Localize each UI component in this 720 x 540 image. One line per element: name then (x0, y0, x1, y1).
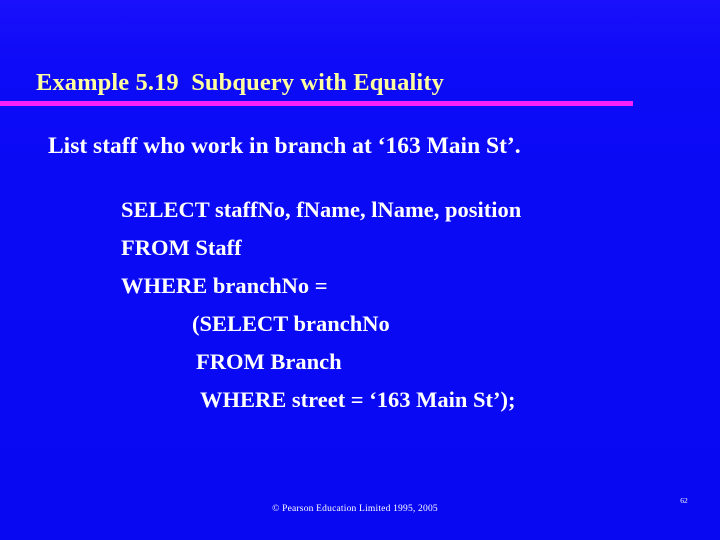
title-divider-rule (0, 101, 633, 106)
sql-line-subquery-where: WHERE street = ‘163 Main St’); (200, 387, 516, 412)
copyright-notice: © Pearson Education Limited 1995, 2005 (272, 504, 438, 514)
page-number: 62 (680, 496, 688, 505)
sql-line-subquery-select: (SELECT branchNo (192, 311, 390, 336)
question-statement: List staff who work in branch at ‘163 Ma… (48, 133, 521, 159)
sql-line-where: WHERE branchNo = (121, 273, 328, 298)
sql-code-block: SELECT staffNo, fName, lName, position F… (0, 191, 720, 419)
sql-line-subquery-from: FROM Branch (196, 349, 342, 374)
sql-line-select: SELECT staffNo, fName, lName, position (121, 197, 522, 222)
sql-line-from: FROM Staff (121, 235, 242, 260)
presentation-slide: Example 5.19 Subquery with Equality List… (0, 0, 720, 540)
slide-title: Example 5.19 Subquery with Equality (36, 69, 444, 96)
